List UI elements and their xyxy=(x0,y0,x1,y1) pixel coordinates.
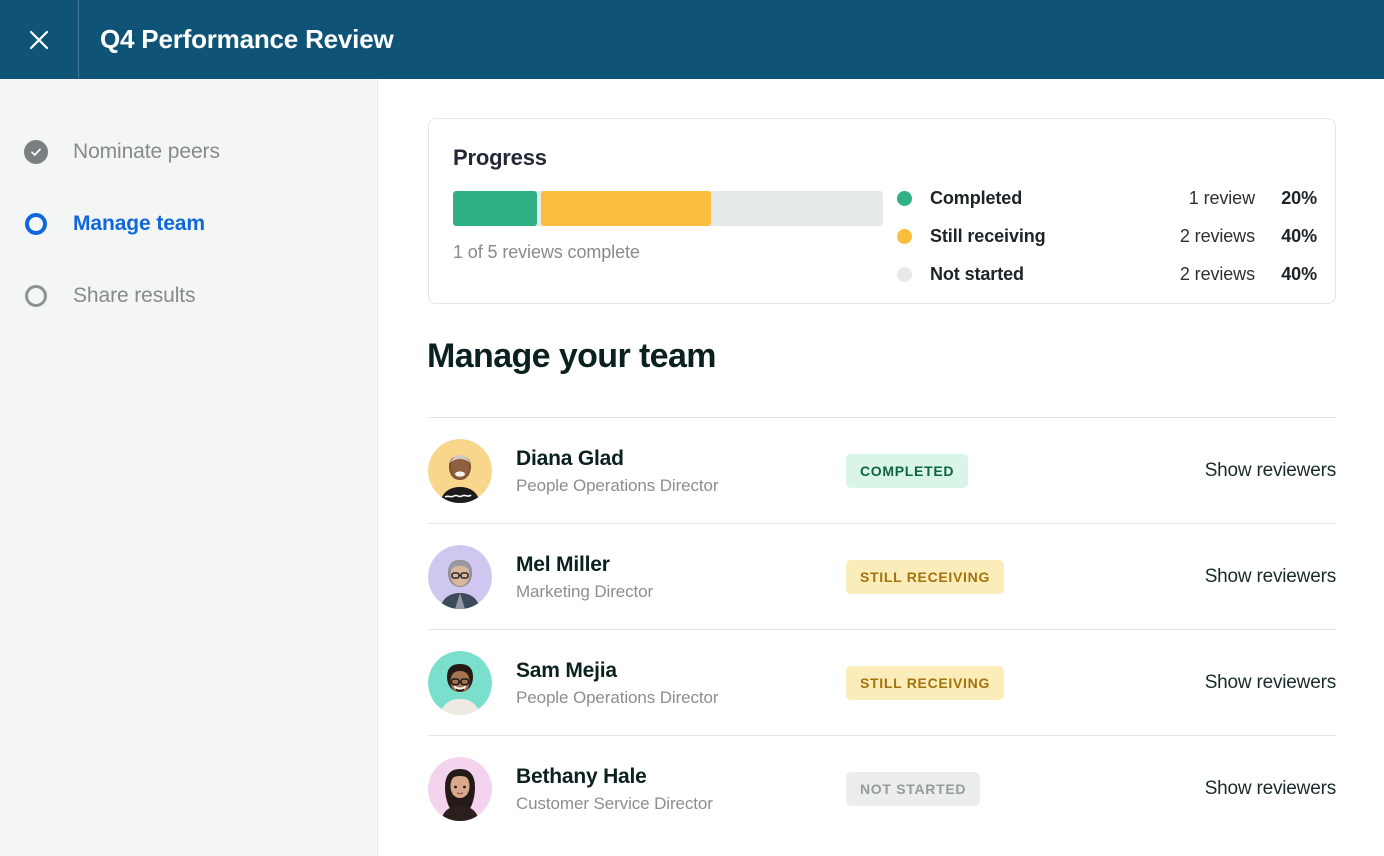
page-title: Q4 Performance Review xyxy=(100,24,394,55)
table-row[interactable]: Mel Miller Marketing Director STILL RECE… xyxy=(428,524,1336,629)
progress-segment-completed xyxy=(453,191,537,226)
person-role: People Operations Director xyxy=(516,688,846,708)
progress-segment-not-started xyxy=(714,191,883,226)
person-name: Bethany Hale xyxy=(516,763,846,790)
person-name: Sam Mejia xyxy=(516,657,846,684)
progress-segment-still-receiving xyxy=(541,191,711,226)
progress-legend: Completed 1 review 20% Still receiving 2… xyxy=(897,179,1317,293)
legend-row: Completed 1 review 20% xyxy=(897,179,1317,217)
table-row[interactable]: Diana Glad People Operations Director CO… xyxy=(428,418,1336,523)
sidebar-item-label: Nominate peers xyxy=(73,140,220,164)
progress-caption: 1 of 5 reviews complete xyxy=(453,242,640,263)
person-info: Sam Mejia People Operations Director xyxy=(516,657,846,707)
legend-row: Still receiving 2 reviews 40% xyxy=(897,217,1317,255)
status-badge: STILL RECEIVING xyxy=(846,560,1004,594)
legend-dot-completed xyxy=(897,191,912,206)
show-reviewers-link[interactable]: Show reviewers xyxy=(1205,778,1336,800)
sidebar-item-label: Manage team xyxy=(73,212,205,236)
progress-card-title: Progress xyxy=(453,145,547,171)
check-circle-icon xyxy=(21,137,51,167)
table-row[interactable]: Bethany Hale Customer Service Director N… xyxy=(428,736,1336,841)
person-info: Diana Glad People Operations Director xyxy=(516,445,846,495)
show-reviewers-link[interactable]: Show reviewers xyxy=(1205,566,1336,588)
show-reviewers-link[interactable]: Show reviewers xyxy=(1205,672,1336,694)
team-list: Diana Glad People Operations Director CO… xyxy=(428,417,1336,841)
legend-row: Not started 2 reviews 40% xyxy=(897,255,1317,293)
main-content: Progress 1 of 5 reviews complete Complet… xyxy=(379,79,1384,856)
person-role: People Operations Director xyxy=(516,476,846,496)
person-name: Diana Glad xyxy=(516,445,846,472)
progress-card: Progress 1 of 5 reviews complete Complet… xyxy=(428,118,1336,304)
sidebar-steps: Nominate peers Manage team Share results xyxy=(0,79,378,856)
status-cell: STILL RECEIVING xyxy=(846,560,1146,594)
radio-empty-icon xyxy=(21,281,51,311)
sidebar-item-label: Share results xyxy=(73,284,195,308)
avatar xyxy=(428,757,492,821)
avatar xyxy=(428,439,492,503)
legend-count: 2 reviews xyxy=(1123,264,1255,285)
legend-label: Still receiving xyxy=(930,226,1046,247)
person-name: Mel Miller xyxy=(516,551,846,578)
legend-percent: 20% xyxy=(1255,188,1317,209)
avatar xyxy=(428,545,492,609)
legend-label: Not started xyxy=(930,264,1024,285)
table-row[interactable]: Sam Mejia People Operations Director STI… xyxy=(428,630,1336,735)
person-role: Marketing Director xyxy=(516,582,846,602)
person-info: Bethany Hale Customer Service Director xyxy=(516,763,846,813)
legend-percent: 40% xyxy=(1255,264,1317,285)
sidebar-item-share-results[interactable]: Share results xyxy=(0,260,377,332)
close-icon xyxy=(26,27,52,53)
person-role: Customer Service Director xyxy=(516,794,846,814)
legend-percent: 40% xyxy=(1255,226,1317,247)
legend-dot-not-started xyxy=(897,267,912,282)
sidebar-item-nominate-peers[interactable]: Nominate peers xyxy=(0,116,377,188)
show-reviewers-link[interactable]: Show reviewers xyxy=(1205,460,1336,482)
status-cell: COMPLETED xyxy=(846,454,1146,488)
status-badge: COMPLETED xyxy=(846,454,968,488)
legend-count: 2 reviews xyxy=(1123,226,1255,247)
avatar xyxy=(428,651,492,715)
app-header: Q4 Performance Review xyxy=(0,0,1384,79)
close-button[interactable] xyxy=(0,0,79,79)
status-cell: NOT STARTED xyxy=(846,772,1146,806)
status-badge: STILL RECEIVING xyxy=(846,666,1004,700)
section-title: Manage your team xyxy=(427,337,716,376)
person-info: Mel Miller Marketing Director xyxy=(516,551,846,601)
status-cell: STILL RECEIVING xyxy=(846,666,1146,700)
progress-bar xyxy=(453,191,883,226)
radio-active-icon xyxy=(21,209,51,239)
legend-label: Completed xyxy=(930,188,1022,209)
sidebar-item-manage-team[interactable]: Manage team xyxy=(0,188,377,260)
legend-count: 1 review xyxy=(1123,188,1255,209)
status-badge: NOT STARTED xyxy=(846,772,980,806)
legend-dot-still-receiving xyxy=(897,229,912,244)
